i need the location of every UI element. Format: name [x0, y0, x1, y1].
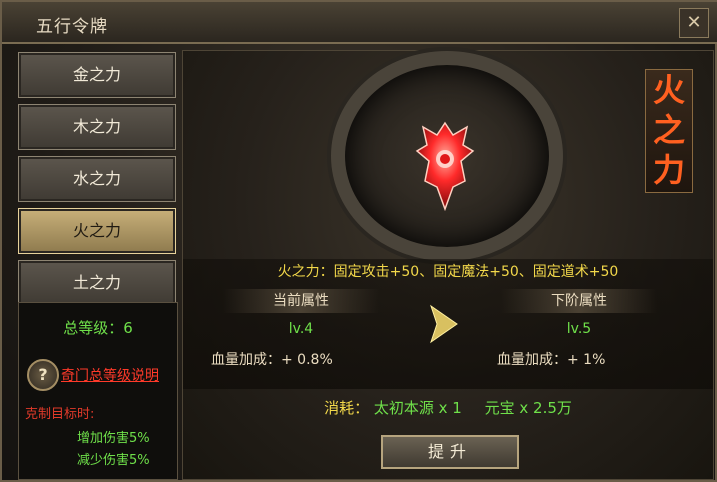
damage-reduction: 减少伤害5%	[77, 453, 150, 468]
tab-earth[interactable]: 土之力	[18, 260, 176, 306]
counter-title: 克制目标时:	[25, 407, 95, 422]
cost-item: 太初本源 x 1	[373, 399, 462, 417]
current-hp-bonus: 血量加成：+ 0.8%	[211, 349, 333, 369]
current-hp-value: + 0.8%	[281, 352, 333, 368]
attribute-description: 火之力：固定攻击+50、固定魔法+50、固定道术+50	[277, 264, 619, 280]
close-button[interactable]: ✕	[679, 8, 709, 38]
fire-banner: 火之力	[645, 69, 693, 193]
current-attr-header: 当前属性	[223, 289, 379, 313]
current-level: lv.4	[288, 321, 314, 337]
main-panel: 火之力 火之力：固定攻击+50、固定魔法+50、固定道术+50 当前属性 下阶属…	[182, 50, 714, 480]
next-level: lv.5	[566, 321, 592, 337]
level-summary-panel: 总等级：6 ? 奇门总等级说明 克制目标时: 增加伤害5% 减少伤害5%	[18, 302, 178, 480]
fire-token-emblem-icon	[415, 121, 475, 211]
token-window: 五行令牌 ✕ 金之力 木之力 水之力 火之力 土之力 总等级：6 ? 奇门总等级…	[0, 0, 717, 482]
next-hp-label: 血量加成：	[497, 352, 567, 368]
next-hp-value: + 1%	[567, 352, 606, 368]
element-tabs: 金之力 木之力 水之力 火之力 土之力	[18, 52, 176, 312]
title-bar: 五行令牌 ✕	[2, 2, 717, 44]
tab-fire[interactable]: 火之力	[18, 208, 176, 254]
next-hp-bonus: 血量加成：+ 1%	[497, 349, 605, 369]
tab-wood[interactable]: 木之力	[18, 104, 176, 150]
upgrade-button[interactable]: 提升	[381, 435, 519, 469]
damage-increase: 增加伤害5%	[77, 431, 150, 446]
upgrade-cost: 消耗： 太初本源 x 1 元宝 x 2.5万	[183, 397, 713, 418]
tab-metal[interactable]: 金之力	[18, 52, 176, 98]
window-title: 五行令牌	[36, 17, 108, 37]
total-level: 总等级：6	[63, 319, 133, 337]
total-level-help-link[interactable]: 奇门总等级说明	[61, 365, 159, 385]
arrow-right-icon	[430, 304, 458, 344]
cost-currency: 元宝 x 2.5万	[484, 399, 572, 417]
help-icon[interactable]: ?	[27, 359, 59, 391]
next-attr-header: 下阶属性	[501, 289, 657, 313]
cost-label: 消耗：	[324, 399, 370, 417]
current-hp-label: 血量加成：	[211, 352, 281, 368]
tab-water[interactable]: 水之力	[18, 156, 176, 202]
